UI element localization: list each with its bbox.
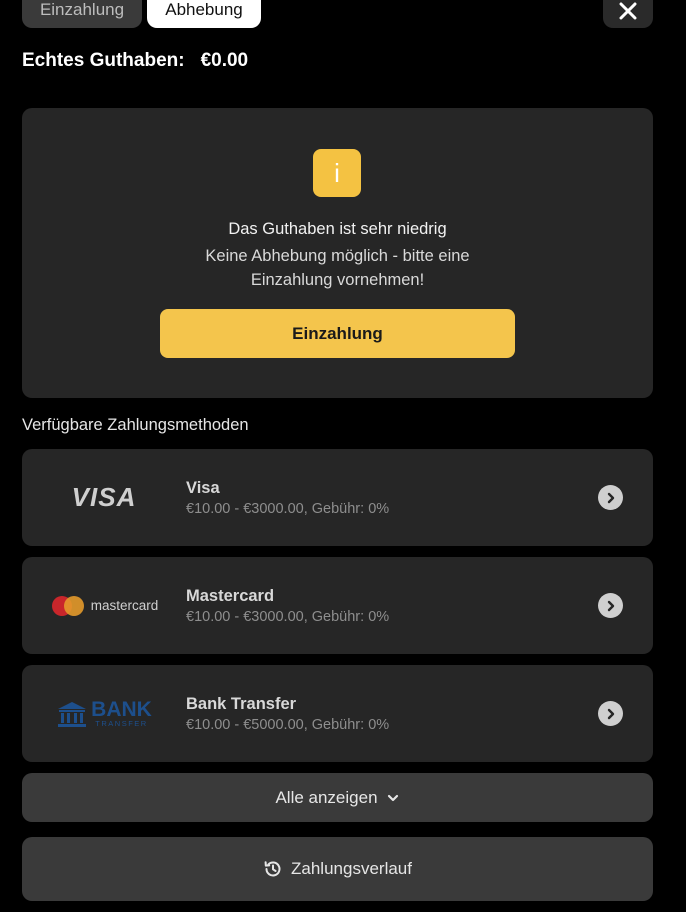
bank-logo-subtext: TRANSFER bbox=[95, 719, 148, 729]
tab-einzahlung[interactable]: Einzahlung bbox=[22, 0, 142, 28]
bank-transfer-logo: BANK TRANSFER bbox=[22, 665, 186, 762]
mastercard-logo-text: mastercard bbox=[90, 598, 159, 613]
chevron-down-icon bbox=[387, 794, 398, 801]
close-button[interactable] bbox=[603, 0, 653, 28]
visa-logo-text: VISA bbox=[71, 482, 137, 512]
info-icon: i bbox=[313, 149, 361, 197]
mastercard-logo: mastercard bbox=[22, 557, 186, 654]
notice-title: Das Guthaben ist sehr niedrig bbox=[228, 220, 447, 238]
payment-methods-heading: Verfügbare Zahlungsmethoden bbox=[22, 416, 249, 434]
mastercard-circles-icon bbox=[51, 595, 84, 616]
notice-line-1: Keine Abhebung möglich - bitte eine bbox=[205, 247, 470, 265]
tab-abhebung-label: Abhebung bbox=[165, 0, 243, 19]
show-all-button[interactable]: Alle anzeigen bbox=[22, 773, 653, 822]
method-range: €10.00 - €5000.00, Gebühr: 0% bbox=[186, 717, 390, 733]
method-name: Visa bbox=[186, 479, 220, 497]
info-icon-glyph: i bbox=[334, 157, 340, 188]
balance-row: Echtes Guthaben: €0.00 bbox=[22, 48, 248, 74]
balance-label: Echtes Guthaben: bbox=[22, 50, 185, 71]
payment-method-bank-transfer[interactable]: BANK TRANSFER Bank Transfer €10.00 - €50… bbox=[22, 665, 653, 762]
deposit-button[interactable]: Einzahlung bbox=[160, 309, 515, 358]
chevron-right-icon bbox=[598, 485, 623, 510]
bank-logo-text: BANK bbox=[91, 698, 152, 722]
payment-method-mastercard[interactable]: mastercard Mastercard €10.00 - €3000.00,… bbox=[22, 557, 653, 654]
tab-einzahlung-label: Einzahlung bbox=[39, 0, 125, 19]
payment-history-button[interactable]: Zahlungsverlauf bbox=[22, 837, 653, 901]
method-range: €10.00 - €3000.00, Gebühr: 0% bbox=[186, 609, 390, 625]
payment-history-label: Zahlungsverlauf bbox=[291, 859, 412, 878]
method-range: €10.00 - €3000.00, Gebühr: 0% bbox=[186, 501, 390, 517]
close-icon bbox=[619, 2, 637, 20]
chevron-right-icon bbox=[598, 593, 623, 618]
history-icon bbox=[264, 861, 281, 877]
notice-text: Keine Abhebung möglich - bitte eine Einz… bbox=[22, 244, 653, 292]
deposit-button-label: Einzahlung bbox=[292, 323, 383, 343]
show-all-label: Alle anzeigen bbox=[275, 787, 378, 807]
balance-value: €0.00 bbox=[200, 50, 249, 71]
visa-logo: VISA bbox=[22, 449, 186, 546]
payment-method-visa[interactable]: VISA Visa €10.00 - €3000.00, Gebühr: 0% bbox=[22, 449, 653, 546]
chevron-right-icon bbox=[598, 701, 623, 726]
method-name: Mastercard bbox=[186, 587, 275, 605]
tab-abhebung[interactable]: Abhebung bbox=[147, 0, 261, 28]
method-name: Bank Transfer bbox=[186, 695, 297, 713]
notice-line-2: Einzahlung vornehmen! bbox=[250, 271, 425, 289]
low-balance-notice: i Das Guthaben ist sehr niedrig Keine Ab… bbox=[22, 108, 653, 398]
bank-building-icon bbox=[58, 701, 87, 727]
